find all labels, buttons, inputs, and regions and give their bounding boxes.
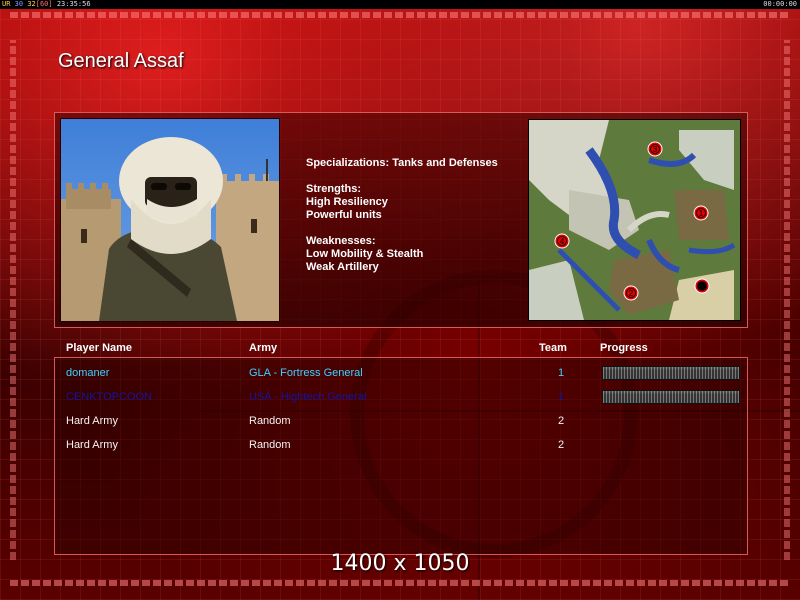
hud-fps-cap: 32 (27, 0, 36, 8)
general-portrait (60, 118, 280, 322)
start-label-1: 1 (699, 209, 704, 218)
hud-fps-current: 30 (14, 0, 24, 8)
minimap-start-markers: 1 2 3 4 5 (554, 141, 710, 301)
player-table (54, 357, 748, 555)
start-label-4: 4 (560, 237, 565, 246)
column-header-progress: Progress (600, 342, 648, 354)
player-army: Random (249, 415, 291, 427)
start-label-2: 2 (629, 289, 634, 298)
player-name: Hard Army (66, 439, 118, 451)
strength-item: High Resiliency (306, 196, 388, 208)
border-left (10, 40, 16, 560)
player-progress-bar (602, 390, 740, 404)
weaknesses-heading: Weaknesses: (306, 235, 376, 247)
border-right (784, 40, 790, 560)
border-top (10, 12, 790, 18)
player-name: domaner (66, 367, 110, 379)
player-name: Hard Army (66, 415, 118, 427)
border-bottom (10, 580, 790, 586)
player-progress-bar (602, 366, 740, 380)
hud-clock: 23:35:56 (56, 0, 91, 8)
hud-fps-bracket: [60] (35, 0, 53, 8)
start-label-5: 5 (700, 282, 705, 291)
column-header-player: Player Name (66, 342, 133, 354)
general-name: General Assaf (58, 50, 184, 72)
hud-bar: UR 30 32[60] 23:35:56 00:00:00 (0, 0, 800, 9)
weakness-item: Weak Artillery (306, 261, 379, 273)
strengths-heading: Strengths: (306, 183, 361, 195)
player-team: 1 (558, 391, 565, 403)
column-header-army: Army (249, 342, 278, 354)
minimap: 1 2 3 4 5 (528, 119, 741, 321)
hud-prefix: UR (2, 0, 11, 8)
general-details: Specializations: Tanks and Defenses Stre… (306, 157, 516, 274)
strength-item: Powerful units (306, 209, 382, 221)
player-army: Random (249, 439, 291, 451)
weakness-item: Low Mobility & Stealth (306, 248, 424, 260)
player-team: 2 (558, 439, 565, 451)
hud-fps: UR 30 32[60] 23:35:56 (2, 0, 91, 9)
column-header-team: Team (539, 342, 567, 354)
hud-timer: 00:00:00 (763, 0, 797, 8)
specializations-text: Specializations: Tanks and Defenses (306, 157, 498, 169)
player-name: CENKTOPCOON (66, 391, 152, 403)
player-army: USA - Hightech General (249, 391, 367, 403)
player-army: GLA - Fortress General (249, 367, 363, 379)
player-team: 2 (558, 415, 565, 427)
resolution-label: 1400 x 1050 (330, 551, 470, 576)
general-portrait-image (61, 137, 279, 321)
player-team: 1 (558, 367, 565, 379)
start-label-3: 3 (653, 145, 658, 154)
